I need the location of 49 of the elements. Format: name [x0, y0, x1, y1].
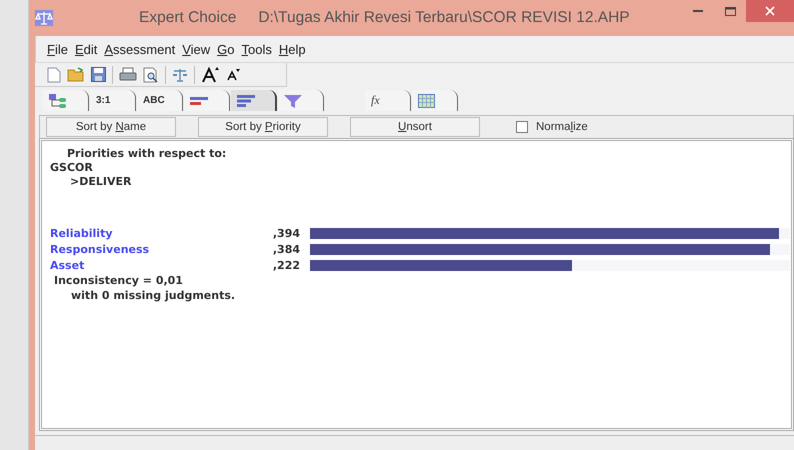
menu-item[interactable]: Go: [214, 42, 238, 56]
sort-button[interactable]: Sort by Name: [46, 117, 176, 137]
folder-icon[interactable]: [67, 67, 85, 82]
view-tab[interactable]: [231, 90, 277, 111]
maximize-icon: [724, 6, 736, 16]
sort-button[interactable]: Sort by Priority: [198, 117, 328, 137]
view-tab[interactable]: [412, 90, 458, 111]
menu-item[interactable]: Edit: [72, 42, 100, 56]
missing-judgments-text: with 0 missing judgments.: [70, 288, 236, 303]
view-tab[interactable]: [278, 90, 324, 111]
view-tab[interactable]: fx: [365, 90, 411, 111]
funnel-icon: [284, 94, 302, 108]
window-title: Expert Choice: [139, 9, 236, 27]
printer-icon[interactable]: [119, 67, 137, 82]
heading-text: Priorities with respect to:: [66, 147, 228, 161]
minimize-icon: [693, 10, 703, 12]
close-button[interactable]: [746, 0, 794, 22]
menu-item[interactable]: File: [44, 42, 71, 56]
criterion-name: Responsiveness: [50, 242, 150, 256]
goal-label: GSCOR: [50, 161, 94, 175]
view-tab[interactable]: 3:1: [90, 90, 136, 111]
tree-icon: [49, 94, 67, 108]
priority-value: ,384: [272, 242, 300, 256]
grid-icon: [418, 94, 435, 108]
criterion-name: Asset: [50, 258, 86, 272]
criterion-name: Reliability: [50, 226, 114, 240]
close-icon: [765, 6, 775, 16]
menu-item[interactable]: Tools: [238, 42, 275, 56]
font-size-up-icon[interactable]: [201, 66, 221, 83]
print-preview-icon[interactable]: [143, 66, 159, 82]
bar-chart-icon: [237, 94, 255, 106]
menu-item[interactable]: Assessment: [101, 42, 178, 56]
menu-item[interactable]: Help: [276, 42, 309, 56]
view-tab[interactable]: ABC: [137, 90, 183, 111]
normalize-checkbox[interactable]: Normalize: [516, 121, 588, 133]
font-size-down-icon[interactable]: [227, 68, 241, 81]
scale-icon: [35, 10, 53, 26]
menu-item[interactable]: View: [179, 42, 214, 56]
node-label: >DELIVER: [69, 175, 132, 189]
inconsistency-text: Inconsistency = 0,01: [53, 273, 184, 288]
priority-value: ,222: [272, 258, 300, 272]
balance-scale-icon[interactable]: [172, 68, 188, 82]
file-path: D:\Tugas Akhir Revesi Terbaru\SCOR REVISI 12.AHP: [258, 9, 630, 27]
view-tab[interactable]: [43, 90, 89, 111]
sort-button[interactable]: Unsort: [350, 117, 480, 137]
view-tab[interactable]: [184, 90, 230, 111]
new-document-icon[interactable]: [47, 66, 61, 82]
bar-chart-icon: [190, 96, 208, 104]
priority-value: ,394: [272, 226, 300, 240]
